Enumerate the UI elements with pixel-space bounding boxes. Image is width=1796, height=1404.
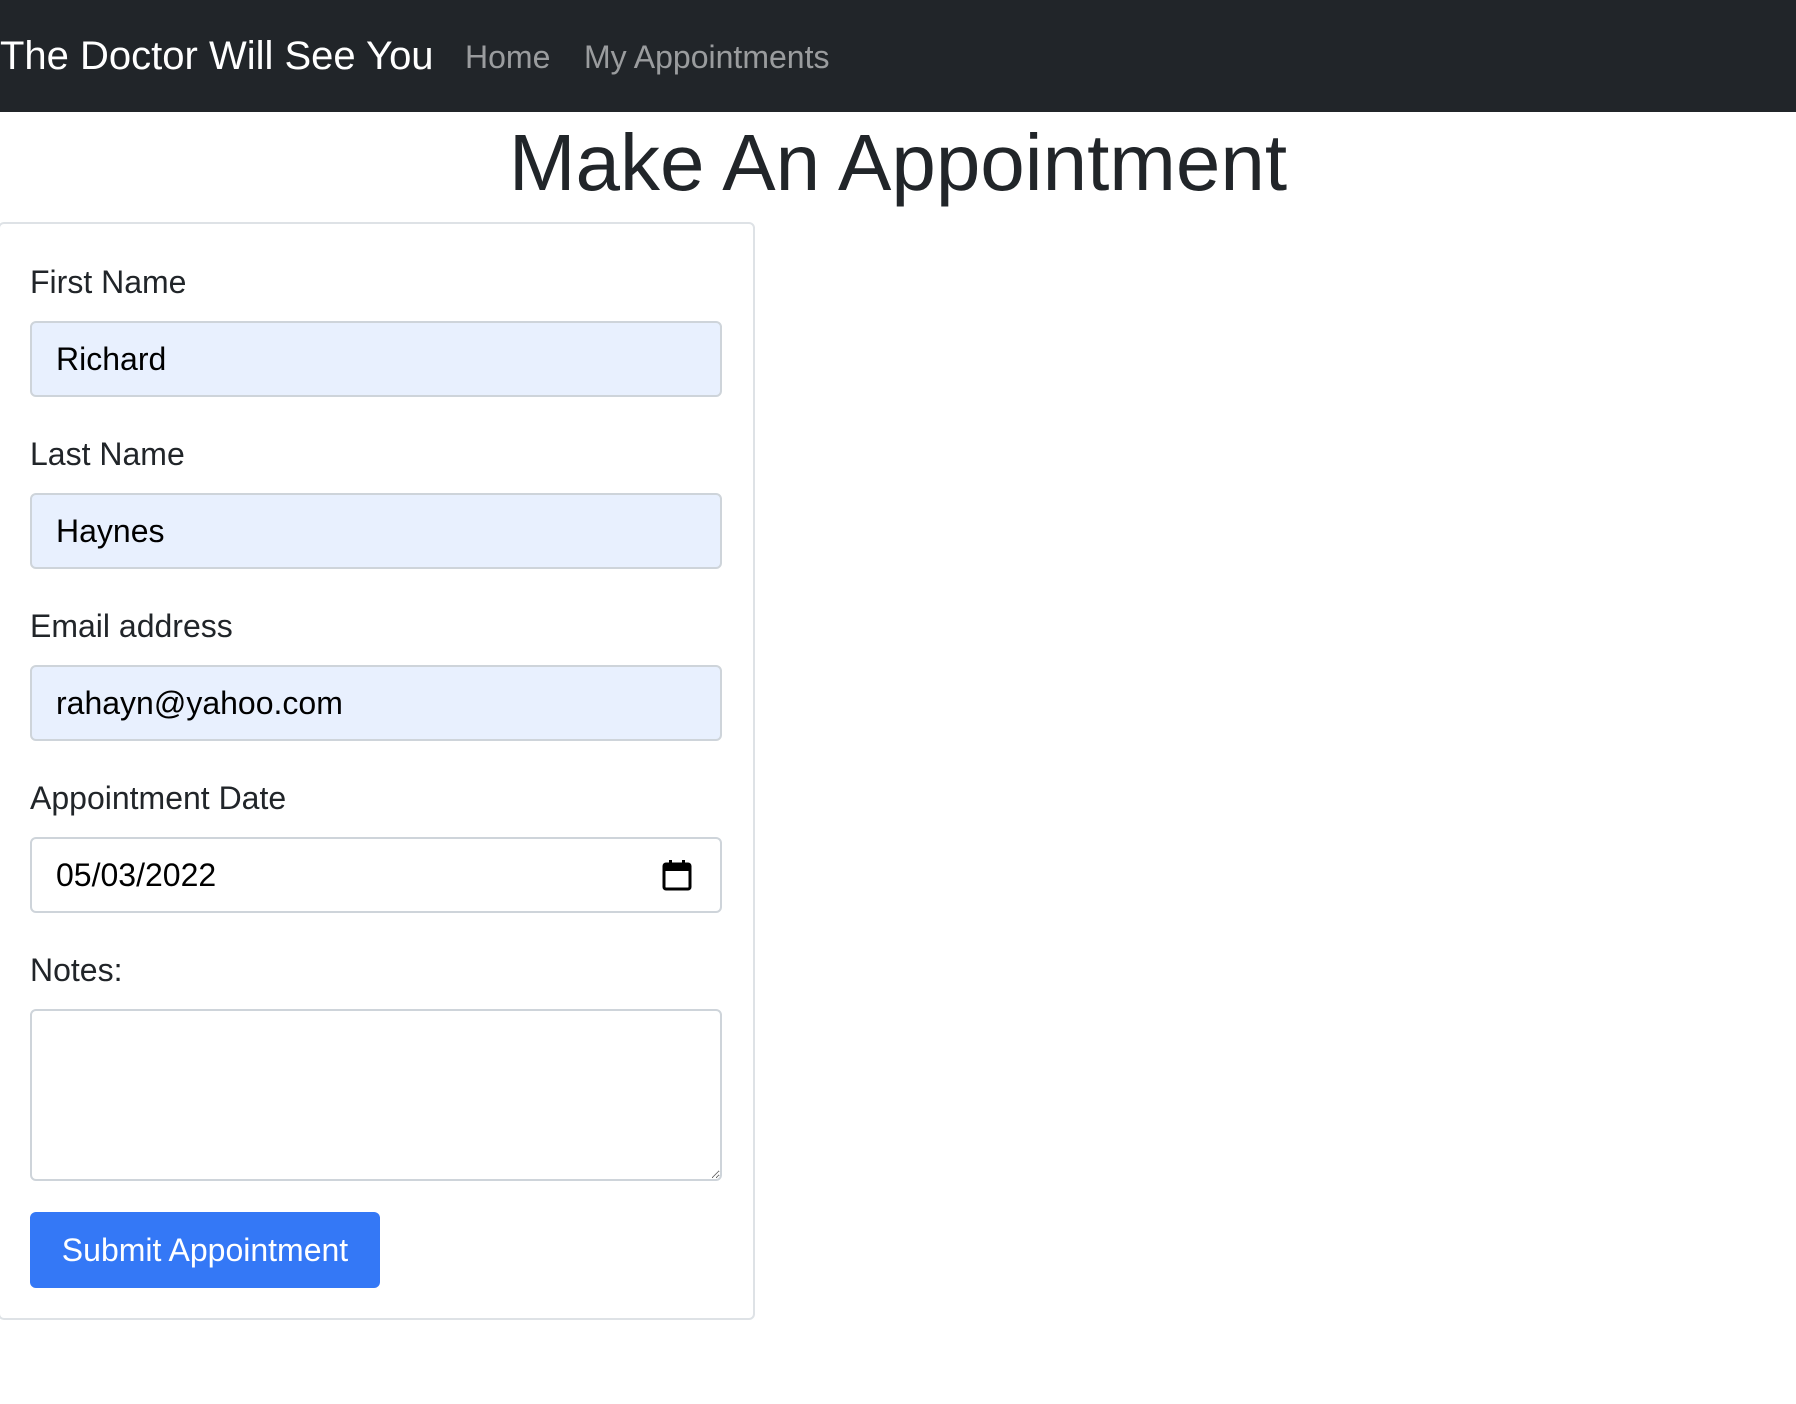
- email-input[interactable]: [30, 665, 722, 741]
- submit-appointment-button[interactable]: Submit Appointment: [30, 1212, 380, 1288]
- page-title: Make An Appointment: [508, 118, 1288, 207]
- calendar-icon[interactable]: [662, 859, 692, 891]
- notes-textarea[interactable]: [30, 1009, 722, 1181]
- appointment-date-field: [30, 837, 722, 913]
- notes-label: Notes:: [30, 952, 123, 988]
- first-name-input[interactable]: [30, 321, 722, 397]
- appointment-date-input[interactable]: [30, 837, 722, 913]
- last-name-label: Last Name: [30, 436, 185, 472]
- nav-link-my-appointments[interactable]: My Appointments: [584, 37, 829, 77]
- appointment-form-card: First Name Last Name Email address Appoi…: [0, 222, 755, 1320]
- last-name-input[interactable]: [30, 493, 722, 569]
- brand-link[interactable]: The Doctor Will See You: [0, 30, 434, 82]
- email-label: Email address: [30, 608, 233, 644]
- appointment-date-label: Appointment Date: [30, 780, 287, 816]
- nav-link-home[interactable]: Home: [465, 37, 550, 77]
- navbar: The Doctor Will See You Home My Appointm…: [0, 0, 1796, 112]
- first-name-label: First Name: [30, 264, 187, 300]
